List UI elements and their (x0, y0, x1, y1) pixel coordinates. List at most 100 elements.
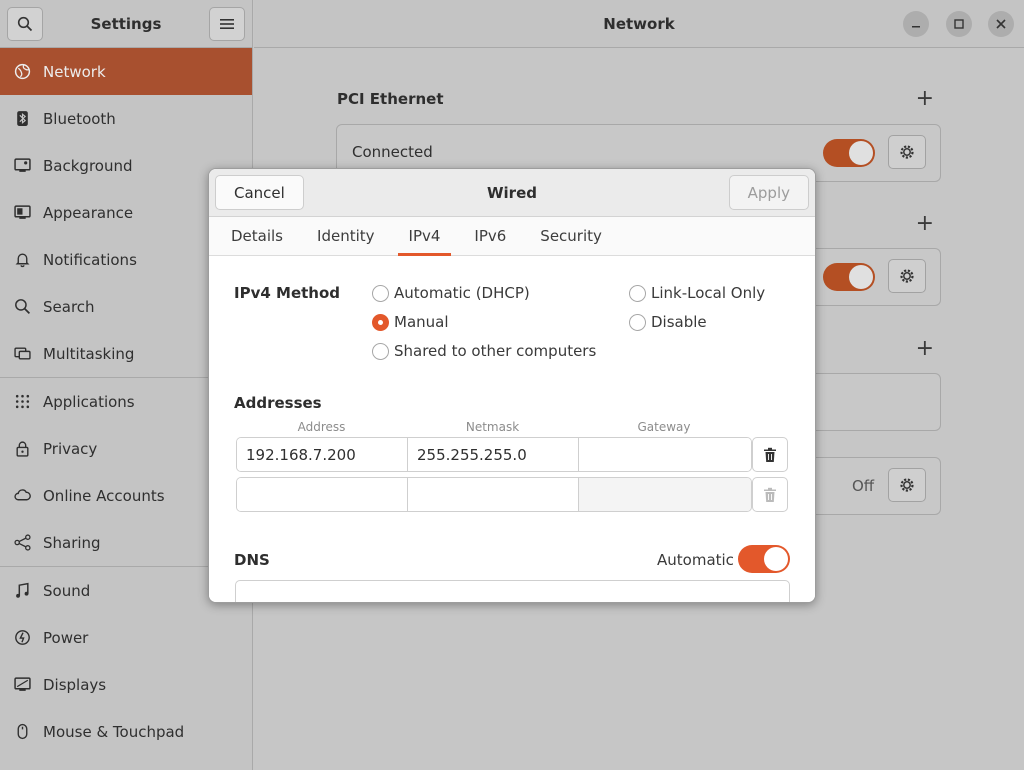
connection-toggle[interactable] (823, 263, 875, 291)
gear-icon (900, 145, 914, 159)
minimize-button[interactable] (903, 11, 929, 37)
radio-indicator (372, 284, 389, 302)
radio-label: Link-Local Only (651, 284, 766, 302)
gateway-field[interactable] (579, 478, 751, 511)
radio-disable[interactable]: Disable (629, 313, 707, 331)
address-field[interactable] (237, 478, 408, 511)
page-title: Network (603, 14, 675, 33)
close-button[interactable] (988, 11, 1014, 37)
multitasking-icon (13, 345, 31, 363)
dialog-header: Cancel Wired Apply (209, 169, 815, 217)
bell-icon (13, 251, 31, 269)
sidebar-item-label: Applications (43, 392, 135, 411)
tab-details[interactable]: Details (220, 217, 294, 255)
sidebar-title: Settings (90, 14, 162, 33)
delete-address-button[interactable] (752, 477, 788, 512)
dialog-title: Wired (487, 183, 537, 202)
ipv4-method-label: IPv4 Method (234, 284, 341, 302)
radio-shared[interactable]: Shared to other computers (372, 342, 596, 360)
search-button[interactable] (7, 6, 43, 41)
sidebar-item-label: Sound (43, 581, 91, 600)
sidebar-item-power[interactable]: Power (0, 614, 252, 661)
wired-dialog: Cancel Wired Apply Details Identity IPv4… (208, 168, 816, 603)
maximize-button[interactable] (946, 11, 972, 37)
ipv4-panel: IPv4 Method Automatic (DHCP) Link-Local … (209, 256, 815, 602)
connection-status: Connected (352, 143, 433, 161)
add-connection-button[interactable]: + (916, 213, 934, 235)
column-header-address: Address (297, 420, 346, 434)
sidebar-item-bluetooth[interactable]: Bluetooth (0, 95, 252, 142)
cancel-button[interactable]: Cancel (215, 175, 304, 210)
tab-identity[interactable]: Identity (306, 217, 386, 255)
plus-icon: + (915, 86, 934, 111)
menu-button[interactable] (209, 6, 245, 41)
music-note-icon (13, 582, 31, 600)
sidebar-item-label: Displays (43, 675, 107, 694)
tab-ipv4[interactable]: IPv4 (397, 217, 452, 256)
tab-security[interactable]: Security (529, 217, 613, 255)
proxy-settings-button[interactable] (888, 468, 926, 502)
ethernet-settings-button[interactable] (888, 135, 926, 169)
main-header: Network (254, 0, 1024, 48)
address-field[interactable]: 192.168.7.200 (237, 438, 408, 471)
globe-icon (13, 63, 31, 81)
radio-label: Disable (651, 313, 707, 331)
share-icon (13, 534, 31, 552)
sidebar-item-label: Mouse & Touchpad (43, 722, 185, 741)
radio-label: Manual (394, 313, 449, 331)
plus-icon: + (915, 336, 934, 361)
trash-icon (764, 447, 776, 462)
apply-button[interactable]: Apply (728, 175, 809, 210)
add-connection-button[interactable]: + (916, 88, 934, 110)
cloud-icon (13, 487, 31, 505)
sidebar-item-label: Background (43, 156, 133, 175)
sidebar-item-label: Multitasking (43, 344, 135, 363)
netmask-field[interactable] (408, 478, 579, 511)
bluetooth-icon (13, 110, 31, 128)
sidebar-header: Settings (0, 0, 252, 48)
ethernet-toggle[interactable] (823, 139, 875, 167)
column-header-netmask: Netmask (465, 420, 520, 434)
radio-automatic-dhcp[interactable]: Automatic (DHCP) (372, 284, 530, 302)
sidebar-item-label: Sharing (43, 533, 101, 552)
sidebar-item-network[interactable]: Network (0, 48, 252, 95)
address-row (236, 477, 752, 512)
sidebar-item-label: Bluetooth (43, 109, 116, 128)
add-connection-button[interactable]: + (916, 338, 934, 360)
radio-link-local-only[interactable]: Link-Local Only (629, 284, 765, 302)
sidebar-item-label: Appearance (43, 203, 134, 222)
tab-ipv6[interactable]: IPv6 (463, 217, 517, 255)
radio-indicator (372, 342, 389, 360)
delete-address-button[interactable] (752, 437, 788, 472)
sidebar-item-mouse-touchpad[interactable]: Mouse & Touchpad (0, 708, 252, 755)
gateway-field[interactable] (579, 438, 751, 471)
sidebar-item-label: Notifications (43, 250, 137, 269)
radio-label: Shared to other computers (394, 342, 597, 360)
maximize-icon (954, 19, 964, 29)
lock-icon (13, 440, 31, 458)
dns-input[interactable] (235, 580, 790, 602)
appearance-icon (13, 204, 31, 222)
dns-automatic-label: Automatic (657, 551, 734, 569)
plus-icon: + (915, 211, 934, 236)
settings-window: Settings Network Bluetooth Background Ap… (0, 0, 1024, 770)
addresses-label: Addresses (234, 394, 322, 412)
radio-indicator (629, 313, 646, 331)
address-row: 192.168.7.200 255.255.255.0 (236, 437, 752, 472)
radio-indicator (629, 284, 646, 302)
search-icon (17, 16, 33, 31)
close-icon (996, 19, 1006, 29)
minimize-icon (912, 26, 920, 28)
hamburger-icon (220, 18, 234, 29)
connection-settings-button[interactable] (888, 259, 926, 293)
search-icon (13, 298, 31, 316)
sidebar-item-label: Power (43, 628, 89, 647)
radio-manual[interactable]: Manual (372, 313, 449, 331)
radio-label: Automatic (DHCP) (394, 284, 530, 302)
netmask-field[interactable]: 255.255.255.0 (408, 438, 579, 471)
trash-icon (764, 487, 776, 502)
sidebar-item-label: Privacy (43, 439, 98, 458)
sidebar-item-label: Network (43, 62, 106, 81)
sidebar-item-displays[interactable]: Displays (0, 661, 252, 708)
dns-automatic-toggle[interactable] (738, 545, 790, 573)
